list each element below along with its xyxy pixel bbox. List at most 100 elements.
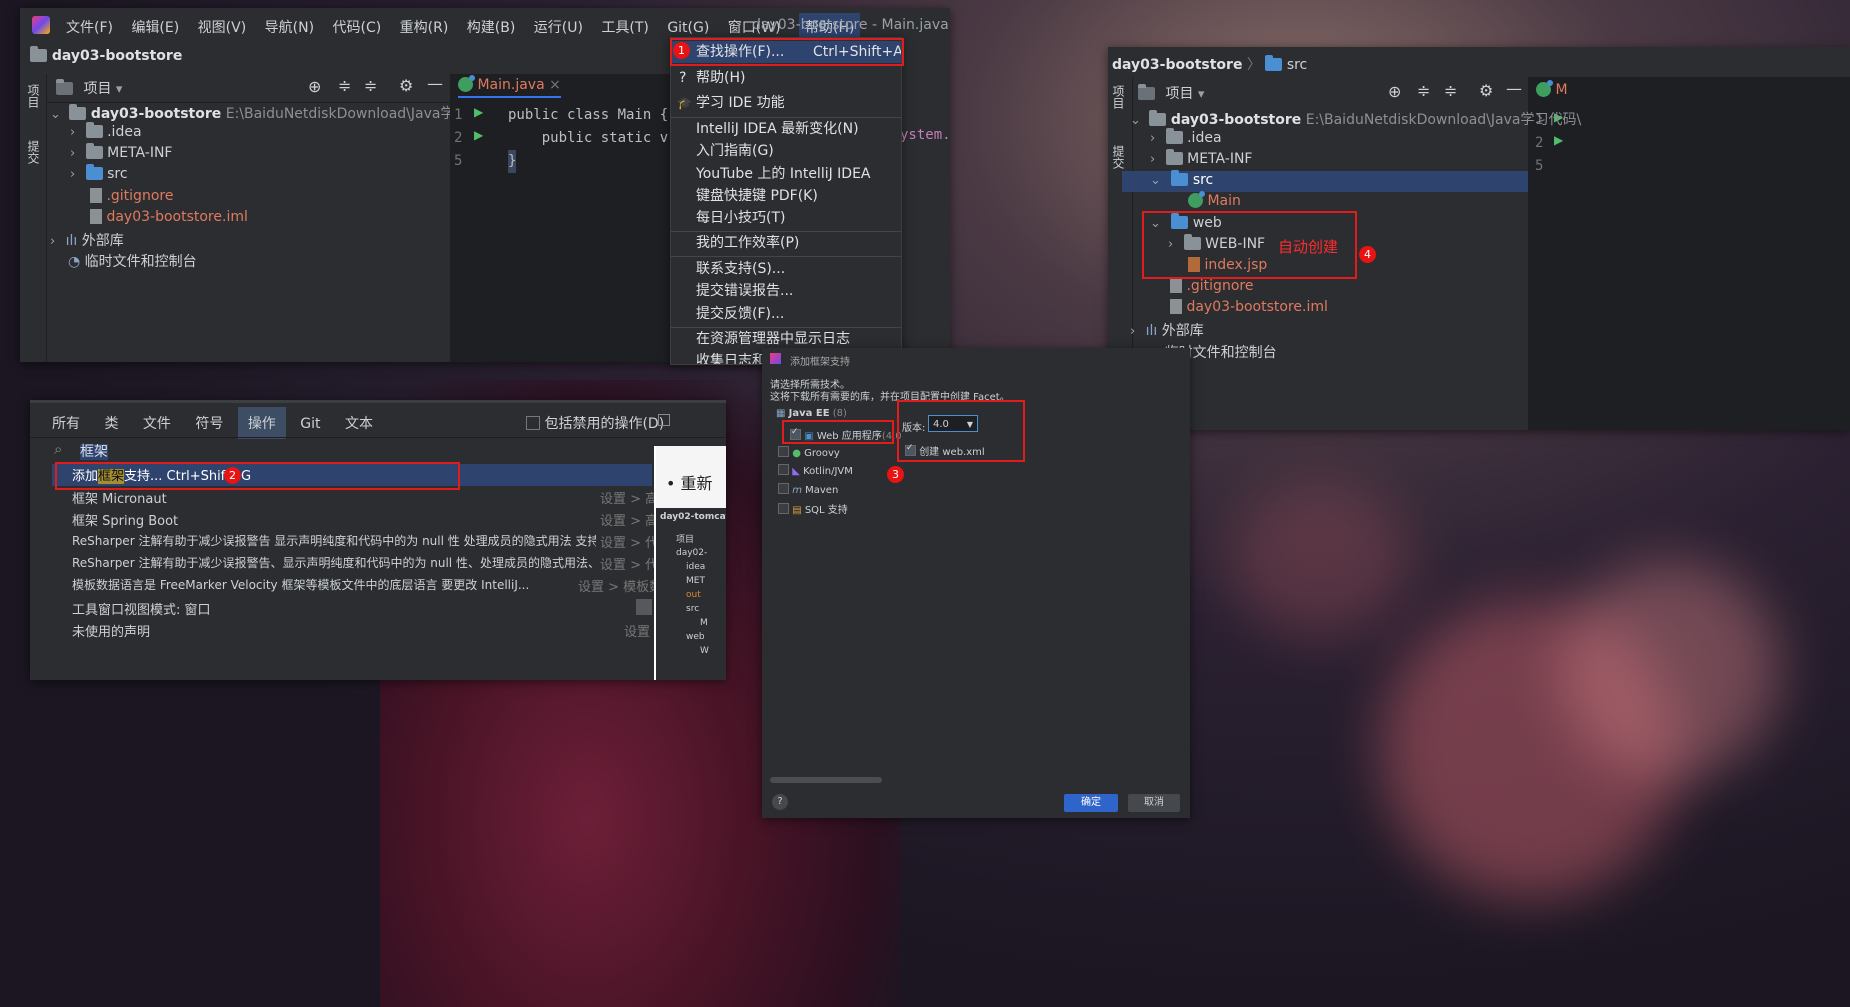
tab-classes[interactable]: 类: [94, 407, 128, 439]
menu-file[interactable]: 文件(F): [66, 20, 113, 36]
project-view-selector[interactable]: 项目 ▾: [1138, 83, 1204, 103]
locate-icon[interactable]: ⊕: [308, 77, 321, 96]
menu-item-show-log[interactable]: 在资源管理器中显示日志: [671, 328, 901, 350]
tab-actions[interactable]: 操作: [237, 407, 286, 439]
framework-item-groovy[interactable]: ● Groovy: [778, 446, 840, 459]
tree-item-gitignore[interactable]: .gitignore: [90, 188, 173, 204]
tree-item-src[interactable]: › src: [70, 164, 128, 182]
menu-item-learn[interactable]: 🎓 学习 IDE 功能: [671, 92, 901, 114]
tree-root[interactable]: ⌄ day03-bootstore E:\BaiduNetdiskDownloa…: [50, 103, 501, 123]
tree-item-metainf[interactable]: › META-INF: [1150, 149, 1252, 167]
sidebar-tab-commit[interactable]: 提交: [25, 140, 42, 164]
menu-item-help[interactable]: ? 帮助(H): [671, 67, 901, 89]
tree-item-main[interactable]: Main: [1188, 191, 1241, 209]
result-row[interactable]: ReSharper 注解有助于减少误报警告 显示声明纯度和代码中的为 null …: [72, 532, 596, 549]
framework-item-maven[interactable]: m Maven: [778, 483, 838, 496]
menu-code[interactable]: 代码(C): [333, 20, 382, 36]
expand-all-icon[interactable]: ≑: [338, 76, 351, 95]
maven-icon: m: [792, 485, 802, 496]
tree-item-src[interactable]: ⌄ src: [1150, 170, 1213, 188]
menu-run[interactable]: 运行(U): [534, 20, 583, 36]
checkbox[interactable]: [778, 503, 789, 514]
tree-item-idea[interactable]: › .idea: [1150, 128, 1222, 146]
sidebar-tab-project[interactable]: 项目: [1110, 85, 1127, 109]
menu-refactor[interactable]: 重构(R): [400, 20, 449, 36]
tree-item-external-libs[interactable]: › ılı 外部库: [50, 230, 124, 250]
hide-icon[interactable]: —: [427, 74, 443, 93]
result-row[interactable]: ReSharper 注解有助于减少误报警告、显示声明纯度和代码中的为 null …: [72, 554, 596, 571]
tree-item-metainf[interactable]: › META-INF: [70, 143, 172, 161]
editor-tab-main-java[interactable]: Main.java ×: [458, 75, 561, 98]
tab-symbols[interactable]: 符号: [185, 407, 233, 439]
menu-build[interactable]: 构建(B): [467, 20, 516, 36]
menu-git[interactable]: Git(G): [667, 20, 709, 36]
result-row[interactable]: 模板数据语言是 FreeMarker Velocity 框架等模板文件中的底层语…: [72, 576, 572, 593]
sidebar-tab-commit[interactable]: 提交: [1110, 145, 1127, 169]
ok-button[interactable]: 确定: [1064, 794, 1118, 812]
framework-item-sql[interactable]: ▤ SQL 支持: [778, 501, 848, 516]
run-gutter-icon[interactable]: ▶: [474, 105, 483, 119]
horizontal-scrollbar[interactable]: [770, 777, 882, 783]
breadcrumb-right[interactable]: day03-bootstore 〉 src: [1112, 54, 1307, 74]
checkbox[interactable]: [778, 483, 789, 494]
framework-item-kotlin[interactable]: ◣ Kotlin/JVM: [778, 464, 853, 477]
run-gutter-icon[interactable]: ▶: [474, 128, 483, 142]
tab-all[interactable]: 所有: [42, 407, 90, 439]
menu-tools[interactable]: 工具(T): [601, 20, 648, 36]
expand-all-icon[interactable]: ≑: [1417, 81, 1430, 100]
checkbox[interactable]: [778, 446, 789, 457]
menu-navigate[interactable]: 导航(N): [265, 20, 314, 36]
menu-bar: 文件(F) 编辑(E) 视图(V) 导航(N) 代码(C) 重构(R) 构建(B…: [66, 13, 861, 43]
cancel-button[interactable]: 取消: [1128, 794, 1180, 812]
menu-item-whats-new[interactable]: IntelliJ IDEA 最新变化(N): [671, 118, 901, 140]
menu-item-getting-started[interactable]: 入门指南(G): [671, 140, 901, 162]
module-folder-icon: [69, 104, 87, 120]
gear-icon[interactable]: ⚙: [399, 76, 413, 95]
source-folder-icon: [1171, 170, 1189, 186]
menu-edit[interactable]: 编辑(E): [131, 20, 179, 36]
menu-item-report-bug[interactable]: 提交错误报告...: [671, 280, 901, 302]
result-row[interactable]: 未使用的声明: [72, 621, 150, 640]
preview-tree-item: web: [686, 632, 705, 642]
tree-item-idea[interactable]: › .idea: [70, 122, 142, 140]
locate-icon[interactable]: ⊕: [1388, 82, 1401, 101]
project-view-selector[interactable]: 项目 ▾: [56, 78, 122, 98]
menu-item-contact-support[interactable]: 联系支持(S)...: [671, 258, 901, 280]
close-icon[interactable]: ×: [549, 77, 561, 93]
menu-item-tips[interactable]: 每日小技巧(T): [671, 207, 901, 229]
tab-text[interactable]: 文本: [335, 407, 383, 439]
breadcrumb[interactable]: day03-bootstore: [30, 46, 182, 64]
include-disabled-checkbox[interactable]: 包括禁用的操作(D): [526, 413, 664, 433]
tree-item-gitignore[interactable]: .gitignore: [1170, 278, 1253, 294]
collapse-all-icon[interactable]: ≑: [1444, 81, 1457, 100]
tab-files[interactable]: 文件: [133, 407, 181, 439]
menu-item-keymap-pdf[interactable]: 键盘快捷键 PDF(K): [671, 185, 901, 207]
tree-item-external-libs[interactable]: › ılı 外部库: [1130, 320, 1204, 340]
result-row[interactable]: 框架 Micronaut: [72, 488, 167, 507]
code-area[interactable]: public class Main { public static v }: [508, 104, 668, 173]
menu-item-feedback[interactable]: 提交反馈(F)...: [671, 303, 901, 325]
search-input[interactable]: 框架: [80, 441, 108, 461]
editor-tab-partial[interactable]: M: [1536, 80, 1568, 98]
group-java-ee[interactable]: ▦ Java EE (8): [776, 408, 847, 419]
preview-toggle-icon[interactable]: [658, 414, 670, 426]
tree-item-iml[interactable]: day03-bootstore.iml: [90, 209, 248, 225]
collapse-all-icon[interactable]: ≑: [364, 76, 377, 95]
menu-view[interactable]: 视图(V): [198, 20, 247, 36]
tree-item-iml[interactable]: day03-bootstore.iml: [1170, 299, 1328, 315]
run-gutter-icon[interactable]: ▶: [1554, 133, 1563, 147]
tab-git[interactable]: Git: [290, 410, 330, 438]
result-row[interactable]: 工具窗口视图模式: 窗口: [72, 599, 211, 618]
toggle-switch[interactable]: [636, 599, 652, 615]
menu-item-productivity[interactable]: 我的工作效率(P): [671, 232, 901, 254]
tree-item-scratches[interactable]: ◔ 临时文件和控制台: [68, 251, 197, 271]
checkbox[interactable]: [778, 464, 789, 475]
gear-icon[interactable]: ⚙: [1479, 81, 1493, 100]
result-row[interactable]: 框架 Spring Boot: [72, 510, 178, 529]
hide-icon[interactable]: —: [1506, 79, 1522, 98]
preview-project-name: day02-tomcat1: [660, 512, 726, 522]
sidebar-tab-project[interactable]: 项目: [25, 84, 42, 108]
menu-item-youtube[interactable]: YouTube 上的 IntelliJ IDEA: [671, 163, 901, 185]
help-button[interactable]: ?: [772, 794, 788, 810]
tree-root[interactable]: ⌄ day03-bootstore E:\BaiduNetdiskDownloa…: [1130, 109, 1581, 129]
